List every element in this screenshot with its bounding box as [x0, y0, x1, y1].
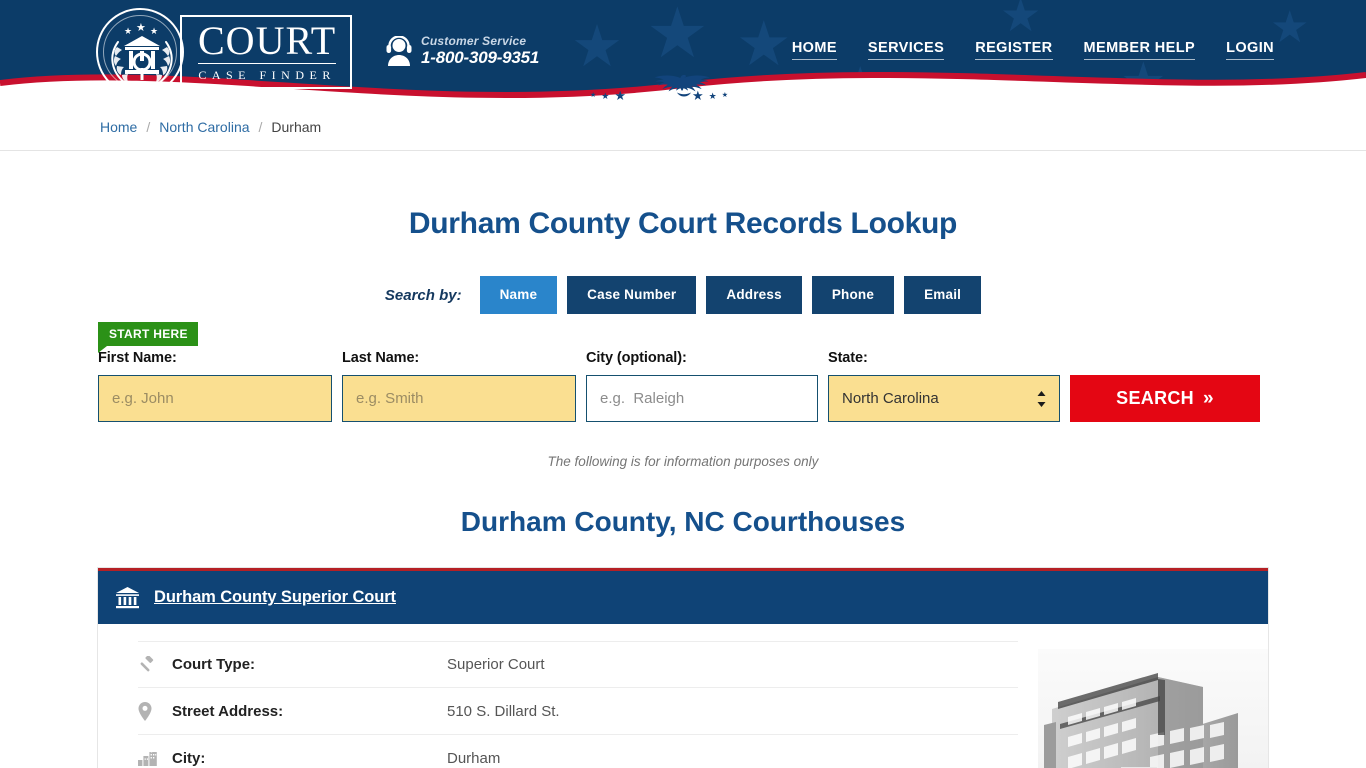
svg-text:★: ★	[136, 21, 146, 34]
nav-item-home[interactable]: HOME	[791, 40, 837, 60]
detail-row-street-address: Street Address: 510 S. Dillard St.	[138, 688, 1018, 735]
last-name-input[interactable]	[342, 375, 576, 422]
last-name-field-group: Last Name:	[342, 350, 576, 422]
nav-item-register[interactable]: REGISTER	[975, 40, 1053, 60]
courthouse-card-header: Durham County Superior Court	[98, 571, 1268, 624]
courthouse-photo-wrap	[1038, 641, 1268, 768]
svg-text:★: ★	[124, 27, 132, 37]
site-header: ★ ★ ★ ★ ★ ★ ★ ★★★ ★★★ ★ ★ ★	[0, 0, 1366, 103]
detail-value-court-type: Superior Court	[447, 656, 545, 673]
bank-courthouse-icon	[116, 587, 139, 609]
nav-item-login[interactable]: LOGIN	[1226, 40, 1274, 60]
search-by-label: Search by:	[384, 286, 462, 304]
map-pin-icon	[138, 701, 172, 721]
customer-service-phone: 1-800-309-9351	[421, 48, 540, 67]
main-content: Durham County Court Records Lookup Searc…	[0, 207, 1366, 768]
detail-value-city: Durham	[447, 749, 501, 767]
page-title: Durham County Court Records Lookup	[408, 207, 958, 240]
eagle-icon	[654, 75, 710, 97]
detail-label-court-type: Court Type:	[172, 656, 256, 673]
first-name-label: First Name:	[98, 350, 177, 366]
breadcrumb: Home / North Carolina / Durham	[100, 119, 321, 135]
customer-service-block: Customer Service 1-800-309-9351	[386, 34, 539, 67]
logo-secondary-text: CASE FINDER	[198, 67, 336, 82]
breadcrumb-separator: /	[146, 118, 151, 135]
courthouse-card: Durham County Superior Court Court Type:	[98, 568, 1268, 768]
breadcrumb-item-durham: Durham	[271, 118, 322, 135]
court-seal-icon: ★ ★ ★	[96, 8, 184, 96]
nav-item-member-help[interactable]: MEMBER HELP	[1083, 40, 1196, 60]
courthouse-name-link[interactable]: Durham County Superior Court	[154, 588, 396, 607]
headset-support-icon	[386, 35, 412, 66]
tab-case-number[interactable]: Case Number	[567, 276, 697, 314]
city-label: City (optional):	[586, 350, 687, 366]
courthouse-details-list: Court Type: Superior Court Street Addres…	[98, 641, 1038, 768]
site-logo[interactable]: ★ ★ ★ COURT CASE FINDER	[96, 8, 353, 96]
breadcrumb-item-home[interactable]: Home	[100, 119, 137, 135]
city-input[interactable]	[586, 375, 818, 422]
chevron-double-right-icon: »	[1202, 387, 1214, 409]
detail-row-city: City: Durham	[138, 735, 1018, 768]
tab-name[interactable]: Name	[479, 276, 558, 314]
breadcrumb-separator: /	[258, 118, 263, 135]
courthouse-photo	[1038, 649, 1268, 768]
detail-value-street-address: 510 S. Dillard St.	[447, 702, 560, 720]
svg-text:★: ★	[150, 27, 158, 37]
tab-phone[interactable]: Phone	[811, 276, 895, 314]
section-title: Durham County, NC Courthouses	[460, 506, 906, 537]
search-button-label: SEARCH	[1116, 388, 1194, 408]
detail-label-city: City:	[172, 749, 206, 767]
state-label: State:	[828, 350, 868, 366]
detail-label-street-address: Street Address:	[172, 702, 284, 720]
courthouse-card-body: Court Type: Superior Court Street Addres…	[98, 624, 1268, 768]
search-form: START HERE First Name: Last Name: City (…	[98, 322, 1268, 422]
tab-email[interactable]: Email	[904, 276, 982, 314]
information-disclaimer: The following is for information purpose…	[547, 454, 819, 469]
first-name-field-group: First Name:	[98, 350, 332, 422]
state-select[interactable]: North Carolina	[828, 375, 1060, 422]
tab-address[interactable]: Address	[706, 276, 802, 314]
search-button[interactable]: SEARCH »	[1070, 375, 1260, 422]
start-here-badge: START HERE	[98, 322, 198, 353]
breadcrumb-bar: Home / North Carolina / Durham	[0, 103, 1366, 151]
breadcrumb-item-north-carolina[interactable]: North Carolina	[159, 119, 249, 135]
search-by-tabs: Search by: Name Case Number Address Phon…	[0, 276, 1366, 314]
nav-item-services[interactable]: SERVICES	[867, 40, 945, 60]
gavel-icon	[138, 655, 172, 674]
state-field-group: State: North Carolina	[828, 350, 1060, 422]
city-icon	[138, 750, 172, 766]
detail-row-court-type: Court Type: Superior Court	[138, 641, 1018, 688]
first-name-input[interactable]	[98, 375, 332, 422]
main-navigation: HOME SERVICES REGISTER MEMBER HELP LOGIN	[791, 40, 1274, 60]
logo-primary-text: COURT	[198, 17, 337, 64]
customer-service-label: Customer Service	[421, 34, 527, 48]
city-field-group: City (optional):	[586, 350, 818, 422]
last-name-label: Last Name:	[342, 350, 420, 366]
